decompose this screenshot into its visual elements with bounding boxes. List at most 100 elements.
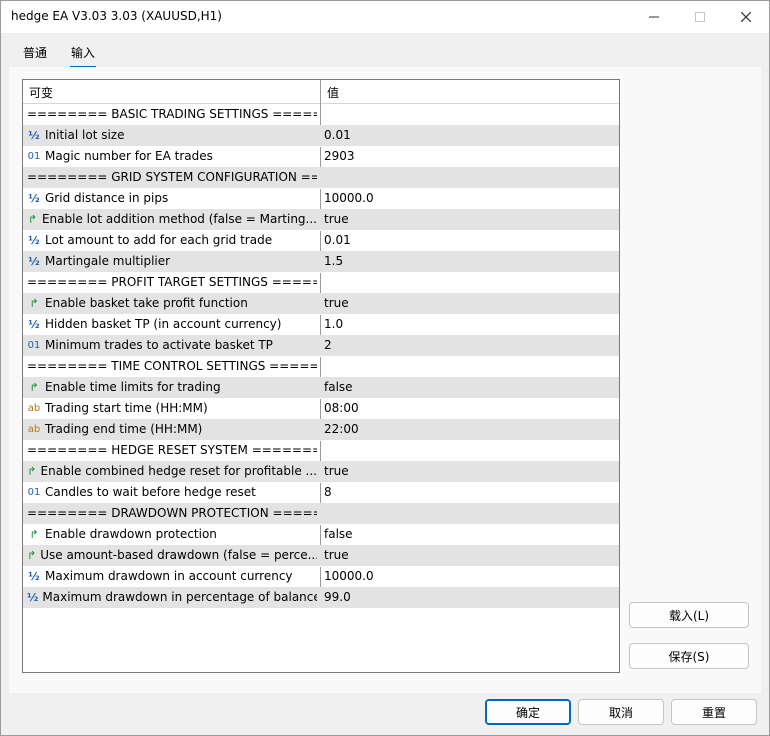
parameter-name: ======== TIME CONTROL SETTINGS ======== bbox=[27, 359, 317, 373]
parameter-row[interactable]: ½ Grid distance in pips 10000.0 bbox=[23, 188, 619, 210]
save-button[interactable]: 保存(S) bbox=[629, 643, 749, 669]
parameter-name-cell: ½ Martingale multiplier bbox=[27, 254, 317, 268]
parameter-value[interactable]: 22:00 bbox=[324, 422, 359, 436]
parameter-name: Trading start time (HH:MM) bbox=[45, 401, 208, 415]
parameter-name-cell: ======== GRID SYSTEM CONFIGURATION ==... bbox=[27, 170, 317, 184]
header-value[interactable]: 值 bbox=[327, 84, 339, 101]
integer-icon: 01 bbox=[27, 150, 41, 162]
parameter-name-cell: ↱ Enable lot addition method (false = Mar… bbox=[27, 212, 317, 226]
parameter-row[interactable]: 01 Minimum trades to activate basket TP 2 bbox=[23, 335, 619, 357]
parameter-value[interactable]: 1.5 bbox=[324, 254, 343, 268]
section-row[interactable]: ======== BASIC TRADING SETTINGS ======== bbox=[23, 104, 619, 126]
parameter-row[interactable]: ↱ Enable drawdown protection false bbox=[23, 524, 619, 546]
parameter-value[interactable]: true bbox=[324, 464, 349, 478]
parameter-name: Use amount-based drawdown (false = perce… bbox=[40, 548, 317, 562]
parameter-name-cell: ↱ Enable time limits for trading bbox=[27, 380, 317, 394]
section-row[interactable]: ======== TIME CONTROL SETTINGS ======== bbox=[23, 356, 619, 378]
parameter-value[interactable]: true bbox=[324, 296, 349, 310]
section-row[interactable]: ======== DRAWDOWN PROTECTION ======... bbox=[23, 503, 619, 525]
parameter-name-cell: ======== DRAWDOWN PROTECTION ======... bbox=[27, 506, 317, 520]
parameter-row[interactable]: 01 Candles to wait before hedge reset 8 bbox=[23, 482, 619, 504]
parameter-name-cell: ↱ Use amount-based drawdown (false = perc… bbox=[27, 548, 317, 562]
parameter-row[interactable]: ↱ Use amount-based drawdown (false = perc… bbox=[23, 545, 619, 567]
parameter-name-cell: ======== BASIC TRADING SETTINGS ======== bbox=[27, 107, 317, 121]
tab-inputs[interactable]: 输入 bbox=[69, 44, 97, 68]
parameter-name: ======== BASIC TRADING SETTINGS ======== bbox=[27, 107, 317, 121]
parameter-value[interactable]: 0.01 bbox=[324, 128, 351, 142]
parameter-value[interactable]: 1.0 bbox=[324, 317, 343, 331]
grid-header: 可变 值 bbox=[23, 80, 619, 104]
double-icon: ½ bbox=[28, 191, 40, 205]
parameter-value[interactable]: false bbox=[324, 380, 353, 394]
parameter-value[interactable]: 2903 bbox=[324, 149, 355, 163]
boolean-icon: ↱ bbox=[29, 527, 39, 541]
parameter-value[interactable]: 2 bbox=[324, 338, 332, 352]
parameter-row[interactable]: ½ Hidden basket TP (in account currency) 1… bbox=[23, 314, 619, 336]
minimize-icon bbox=[649, 16, 659, 18]
parameter-value[interactable]: true bbox=[324, 548, 349, 562]
parameter-name-cell: ½ Maximum drawdown in percentage of balan… bbox=[27, 590, 317, 604]
maximize-icon bbox=[695, 12, 705, 22]
section-row[interactable]: ======== GRID SYSTEM CONFIGURATION ==... bbox=[23, 167, 619, 189]
title-bar: hedge EA V3.03 3.03 (XAUUSD,H1) bbox=[1, 1, 769, 33]
section-row[interactable]: ======== PROFIT TARGET SETTINGS ======== bbox=[23, 272, 619, 294]
parameter-name: Trading end time (HH:MM) bbox=[45, 422, 203, 436]
integer-icon: 01 bbox=[27, 339, 41, 351]
double-icon: ½ bbox=[28, 317, 40, 331]
parameter-name: ======== HEDGE RESET SYSTEM ======== bbox=[27, 443, 317, 457]
parameter-name-cell: ½ Maximum drawdown in account currency bbox=[27, 569, 317, 583]
cancel-button[interactable]: 取消 bbox=[578, 699, 664, 725]
parameter-name: Hidden basket TP (in account currency) bbox=[45, 317, 282, 331]
parameter-name-cell: ↱ Enable drawdown protection bbox=[27, 527, 317, 541]
parameter-name: Initial lot size bbox=[45, 128, 125, 142]
header-variable[interactable]: 可变 bbox=[29, 84, 53, 101]
parameter-value[interactable]: false bbox=[324, 527, 353, 541]
parameter-name: Candles to wait before hedge reset bbox=[45, 485, 256, 499]
parameter-row[interactable]: ½ Maximum drawdown in percentage of balan… bbox=[23, 587, 619, 609]
boolean-icon: ↱ bbox=[29, 296, 39, 310]
parameter-name-cell: ab Trading start time (HH:MM) bbox=[27, 401, 317, 415]
parameter-row[interactable]: ½ Martingale multiplier 1.5 bbox=[23, 251, 619, 273]
inputs-grid: 可变 值 ======== BASIC TRADING SETTINGS ===… bbox=[22, 79, 620, 673]
parameter-name: Martingale multiplier bbox=[45, 254, 171, 268]
parameter-row[interactable]: ½ Initial lot size 0.01 bbox=[23, 125, 619, 147]
parameter-name-cell: 01 Magic number for EA trades bbox=[27, 149, 317, 163]
reset-button[interactable]: 重置 bbox=[671, 699, 757, 725]
minimize-button[interactable] bbox=[631, 1, 677, 33]
parameter-row[interactable]: ↱ Enable lot addition method (false = Mar… bbox=[23, 209, 619, 231]
parameter-name-cell: 01 Candles to wait before hedge reset bbox=[27, 485, 317, 499]
tab-general[interactable]: 普通 bbox=[23, 44, 47, 61]
parameter-row[interactable]: ab Trading start time (HH:MM) 08:00 bbox=[23, 398, 619, 420]
parameter-row[interactable]: ab Trading end time (HH:MM) 22:00 bbox=[23, 419, 619, 441]
parameter-value[interactable]: 10000.0 bbox=[324, 569, 374, 583]
parameter-value[interactable]: true bbox=[324, 212, 349, 226]
boolean-icon: ↱ bbox=[27, 212, 38, 226]
parameter-value[interactable]: 99.0 bbox=[324, 590, 351, 604]
section-row[interactable]: ======== HEDGE RESET SYSTEM ======== bbox=[23, 440, 619, 462]
close-icon bbox=[741, 12, 751, 22]
parameter-value[interactable]: 08:00 bbox=[324, 401, 359, 415]
parameter-value[interactable]: 0.01 bbox=[324, 233, 351, 247]
double-icon: ½ bbox=[28, 254, 40, 268]
parameter-value[interactable]: 10000.0 bbox=[324, 191, 374, 205]
parameter-name-cell: ½ Hidden basket TP (in account currency) bbox=[27, 317, 317, 331]
parameter-row[interactable]: ↱ Enable basket take profit function true bbox=[23, 293, 619, 315]
parameter-name-cell: ======== HEDGE RESET SYSTEM ======== bbox=[27, 443, 317, 457]
parameter-name: Magic number for EA trades bbox=[45, 149, 213, 163]
parameter-value[interactable]: 8 bbox=[324, 485, 332, 499]
string-icon: ab bbox=[27, 423, 41, 435]
dialog-window: hedge EA V3.03 3.03 (XAUUSD,H1) 普通 输入 可变… bbox=[0, 0, 770, 736]
parameter-row[interactable]: ↱ Enable combined hedge reset for profita… bbox=[23, 461, 619, 483]
parameter-name-cell: ½ Grid distance in pips bbox=[27, 191, 317, 205]
parameter-name: Minimum trades to activate basket TP bbox=[45, 338, 273, 352]
parameter-row[interactable]: 01 Magic number for EA trades 2903 bbox=[23, 146, 619, 168]
load-button[interactable]: 载入(L) bbox=[629, 602, 749, 628]
boolean-icon: ↱ bbox=[27, 464, 37, 478]
parameter-row[interactable]: ↱ Enable time limits for trading false bbox=[23, 377, 619, 399]
parameter-name: Enable time limits for trading bbox=[45, 380, 221, 394]
double-icon: ½ bbox=[28, 233, 40, 247]
parameter-row[interactable]: ½ Lot amount to add for each grid trade 0.… bbox=[23, 230, 619, 252]
parameter-row[interactable]: ½ Maximum drawdown in account currency 100… bbox=[23, 566, 619, 588]
close-button[interactable] bbox=[723, 1, 769, 33]
ok-button[interactable]: 确定 bbox=[485, 699, 571, 725]
